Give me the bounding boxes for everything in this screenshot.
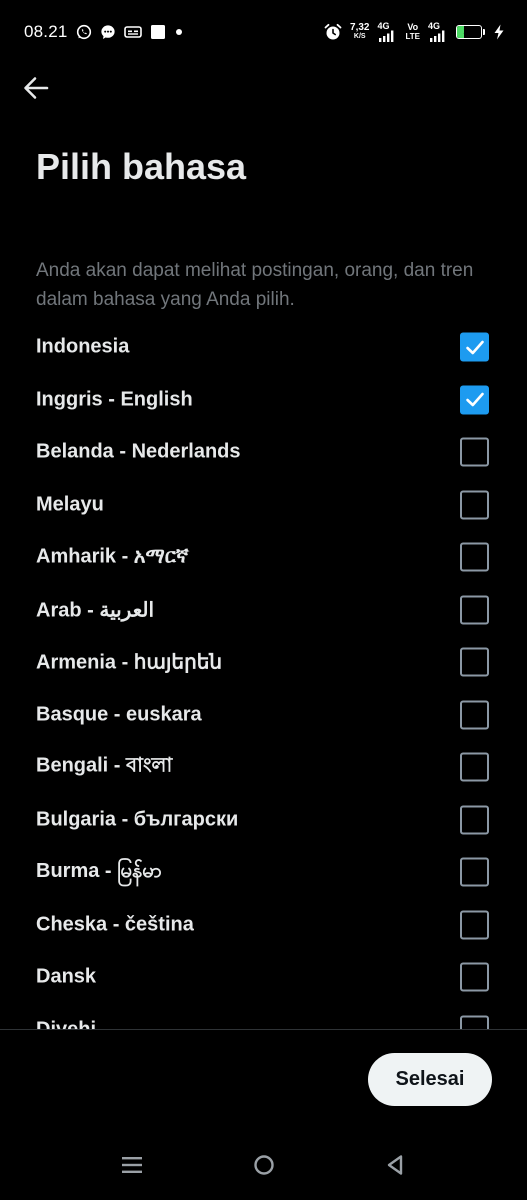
language-label: Bulgaria - български: [36, 808, 239, 830]
language-item[interactable]: Melayu: [0, 479, 527, 531]
done-button[interactable]: Selesai: [368, 1053, 492, 1106]
checkmark-icon: [465, 392, 484, 407]
language-checkbox[interactable]: [460, 857, 489, 887]
language-checkbox[interactable]: [460, 595, 489, 624]
system-nav-bar: [0, 1130, 527, 1200]
language-checkbox[interactable]: [460, 962, 489, 992]
language-label: Arab - العربية: [36, 599, 155, 621]
status-time: 08.21: [24, 22, 68, 41]
volte-badge: Vo LTE: [405, 22, 420, 42]
language-label: Indonesia: [36, 335, 130, 358]
language-label: Basque - euskara: [36, 703, 202, 725]
language-item[interactable]: Basque - euskara: [0, 689, 527, 741]
language-item[interactable]: Bengali - বাংলা: [0, 741, 527, 793]
charging-icon: [493, 24, 505, 40]
page-description: Anda akan dapat melihat postingan, orang…: [36, 260, 474, 310]
whatsapp-icon: [76, 24, 92, 40]
status-right: 7,32 K/S 4G Vo LTE 4G 31: [324, 22, 505, 42]
language-label: Dansk: [36, 965, 97, 988]
language-label: Armenia - հայերեն: [36, 651, 223, 674]
page-title: Pilih bahasa: [36, 146, 247, 187]
language-checkbox[interactable]: [460, 1015, 489, 1029]
language-label: Inggris - English: [36, 388, 193, 410]
language-item[interactable]: Indonesia: [0, 321, 527, 373]
language-checkbox[interactable]: [460, 805, 489, 834]
battery-body: 31: [456, 25, 482, 39]
net-speed-value: 7,32: [350, 22, 370, 33]
volte-top: Vo: [407, 22, 419, 32]
status-bar: 08.21 7,32 K/S 4G Vo LTE 4G 31: [0, 0, 527, 64]
dot-icon: [174, 27, 184, 37]
language-item[interactable]: Bulgaria - български: [0, 794, 527, 846]
language-item[interactable]: Cheska - čeština: [0, 899, 527, 951]
language-checkbox[interactable]: [460, 490, 489, 519]
language-item[interactable]: Arab - العربية: [0, 584, 527, 636]
language-label: Bengali - বাংলা: [36, 754, 173, 777]
language-label: Melayu: [36, 493, 104, 515]
language-label: Burma - မြန်မာ: [36, 860, 162, 882]
net-speed: 7,32 K/S: [350, 23, 369, 41]
net-speed-unit: K/S: [353, 33, 366, 40]
messenger-icon: [100, 24, 116, 40]
language-label: Belanda - Nederlands: [36, 440, 241, 463]
signal-icon: [430, 30, 445, 42]
language-checkbox[interactable]: [460, 542, 489, 572]
back-button[interactable]: [20, 72, 52, 104]
sim1-label: 4G: [377, 21, 390, 31]
menu-nav-button[interactable]: [117, 1150, 147, 1180]
language-checkbox[interactable]: [460, 332, 489, 362]
sim2-signal: 4G: [428, 22, 448, 42]
signal-icon: [377, 30, 394, 42]
language-label: Amharik - አማርኛ: [36, 545, 189, 568]
language-item[interactable]: Armenia - հայերեն: [0, 636, 527, 688]
caption-icon: [123, 25, 142, 39]
arrow-left-icon: [24, 77, 49, 99]
language-item[interactable]: Inggris - English: [0, 374, 527, 426]
battery-icon: 31: [456, 25, 485, 39]
sim2-label: 4G: [428, 21, 441, 31]
battery-level: 31: [463, 26, 475, 38]
language-checkbox[interactable]: [460, 385, 489, 414]
language-list[interactable]: Indonesia Inggris - English Belanda - Nede…: [0, 321, 527, 1029]
language-item[interactable]: Amharik - አማርኛ: [0, 531, 527, 583]
home-icon: [254, 1155, 274, 1175]
back-triangle-icon: [387, 1155, 403, 1175]
back-nav-button[interactable]: [380, 1150, 410, 1180]
language-checkbox[interactable]: [460, 700, 489, 729]
language-checkbox[interactable]: [460, 437, 489, 467]
language-checkbox[interactable]: [460, 910, 489, 939]
language-checkbox[interactable]: [460, 647, 489, 677]
language-item[interactable]: Divehi: [0, 1004, 527, 1029]
language-item[interactable]: Belanda - Nederlands: [0, 426, 527, 478]
volte-bottom: LTE: [405, 32, 420, 41]
square-icon: [150, 24, 166, 40]
language-label: Divehi: [36, 1018, 97, 1029]
checkmark-icon: [465, 340, 484, 354]
battery-cap: [483, 29, 485, 35]
language-item[interactable]: Burma - မြန်မာ: [0, 846, 527, 898]
menu-icon: [122, 1157, 142, 1173]
language-item[interactable]: Dansk: [0, 951, 527, 1003]
language-label: Cheska - čeština: [36, 913, 194, 935]
status-left: 08.21: [24, 22, 184, 42]
language-checkbox[interactable]: [460, 752, 489, 782]
alarm-icon: [324, 23, 342, 41]
sim1-signal: 4G: [377, 22, 397, 42]
home-nav-button[interactable]: [249, 1150, 279, 1180]
